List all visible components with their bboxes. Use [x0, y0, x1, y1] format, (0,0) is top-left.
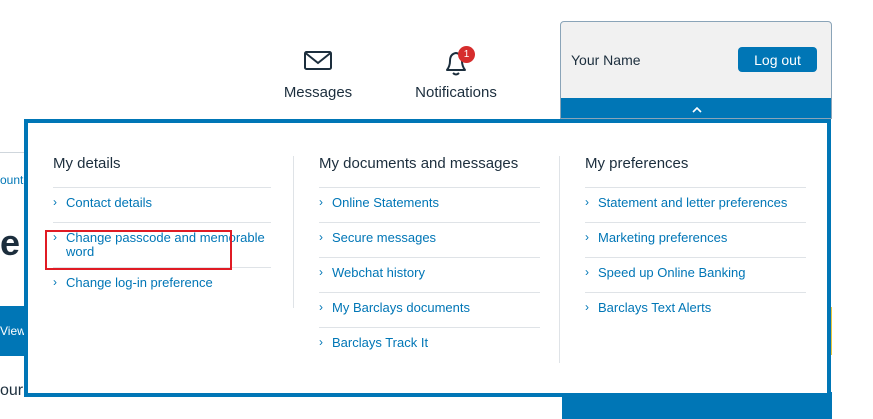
chevron-right-icon: ›: [53, 195, 57, 209]
menu-column-my-details: My details › Contact details › Change pass…: [53, 155, 271, 303]
menu-item: › My Barclays documents: [319, 293, 540, 328]
menu-item: › Change passcode and memorable word: [53, 223, 271, 268]
menu-item: › Change log-in preference: [53, 268, 271, 303]
menu-column-my-preferences: My preferences › Statement and letter pre…: [585, 155, 806, 328]
notification-count-badge: 1: [458, 46, 475, 63]
menu-item: › Contact details: [53, 188, 271, 223]
link-contact-details[interactable]: › Contact details: [53, 195, 271, 210]
link-change-login-preference[interactable]: › Change log-in preference: [53, 275, 271, 290]
menu-column-documents-messages: My documents and messages › Online Statem…: [319, 155, 540, 363]
chevron-up-icon: [692, 101, 702, 118]
account-name: Your Name: [571, 52, 641, 68]
link-barclays-track-it[interactable]: › Barclays Track It: [319, 335, 540, 350]
link-online-statements[interactable]: › Online Statements: [319, 195, 540, 210]
menu-item: › Secure messages: [319, 223, 540, 258]
chevron-right-icon: ›: [319, 265, 323, 279]
column-title: My documents and messages: [319, 155, 540, 188]
menu-item: › Marketing preferences: [585, 223, 806, 258]
background-account-text: ount: [0, 173, 24, 187]
chevron-right-icon: ›: [585, 300, 589, 314]
link-speed-up-online-banking[interactable]: › Speed up Online Banking: [585, 265, 806, 280]
column-title: My preferences: [585, 155, 806, 188]
link-statement-letter-preferences[interactable]: › Statement and letter preferences: [585, 195, 806, 210]
account-mega-menu: My details › Contact details › Change pass…: [24, 119, 831, 397]
notifications-nav-item[interactable]: 1 Notifications: [406, 46, 506, 101]
account-panel: Your Name Log out: [560, 21, 832, 119]
page: ount e View our Messages 1 Notifications: [0, 0, 873, 419]
chevron-right-icon: ›: [319, 335, 323, 349]
account-collapse-bar[interactable]: [561, 98, 831, 118]
column-divider: [559, 156, 560, 363]
link-marketing-preferences[interactable]: › Marketing preferences: [585, 230, 806, 245]
chevron-right-icon: ›: [53, 275, 57, 289]
menu-item: › Online Statements: [319, 188, 540, 223]
messages-label: Messages: [283, 84, 353, 101]
menu-item: › Barclays Text Alerts: [585, 293, 806, 328]
background-text-fragment: our: [0, 382, 24, 399]
chevron-right-icon: ›: [319, 230, 323, 244]
chevron-right-icon: ›: [585, 195, 589, 209]
chevron-right-icon: ›: [319, 300, 323, 314]
menu-item: › Webchat history: [319, 258, 540, 293]
link-my-barclays-documents[interactable]: › My Barclays documents: [319, 300, 540, 315]
link-secure-messages[interactable]: › Secure messages: [319, 230, 540, 245]
notifications-label: Notifications: [415, 84, 497, 101]
logout-button[interactable]: Log out: [738, 47, 817, 72]
column-title: My details: [53, 155, 271, 188]
menu-item: › Speed up Online Banking: [585, 258, 806, 293]
chevron-right-icon: ›: [585, 265, 589, 279]
chevron-right-icon: ›: [53, 230, 57, 244]
background-heading-fragment: e: [0, 222, 21, 263]
envelope-icon: [279, 48, 357, 76]
menu-item: › Barclays Track It: [319, 328, 540, 363]
link-change-passcode[interactable]: › Change passcode and memorable word: [53, 230, 271, 259]
link-webchat-history[interactable]: › Webchat history: [319, 265, 540, 280]
menu-item: › Statement and letter preferences: [585, 188, 806, 223]
chevron-right-icon: ›: [585, 230, 589, 244]
messages-nav-item[interactable]: Messages: [279, 48, 357, 101]
chevron-right-icon: ›: [319, 195, 323, 209]
column-divider: [293, 156, 294, 308]
link-barclays-text-alerts[interactable]: › Barclays Text Alerts: [585, 300, 806, 315]
